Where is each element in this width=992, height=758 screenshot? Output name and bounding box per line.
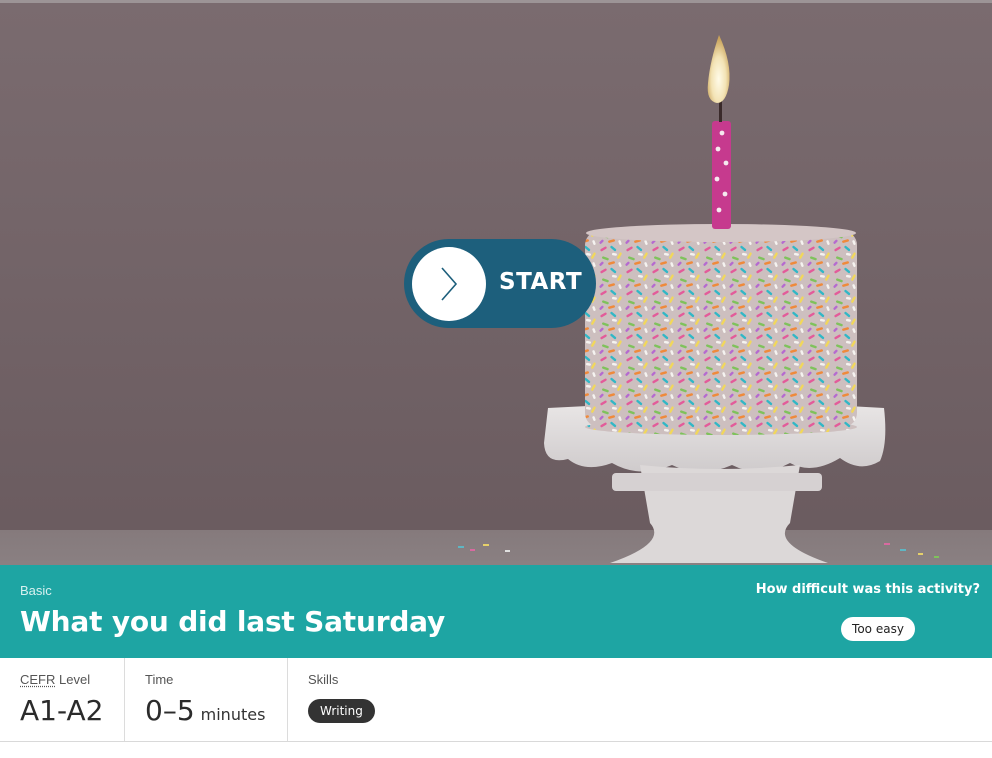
time-range: 0–5	[145, 694, 195, 727]
cefr-level-value: A1-A2	[20, 694, 104, 727]
cefr-abbreviation: CEFR	[20, 672, 56, 687]
time-unit: minutes	[200, 705, 266, 724]
activity-page: START Basic What you did last Saturday H…	[0, 0, 992, 758]
start-label: START	[499, 269, 583, 295]
activity-title: What you did last Saturday	[20, 605, 446, 638]
skills-cell: Skills Writing	[288, 658, 588, 741]
difficulty-rating-button[interactable]: Too easy	[841, 617, 915, 641]
level-label: Basic	[20, 583, 52, 598]
start-circle	[412, 247, 486, 321]
time-label: Time	[145, 672, 174, 687]
cefr-level-label: CEFR Level	[20, 672, 90, 687]
skill-badge-writing: Writing	[308, 699, 375, 723]
activity-banner: Basic What you did last Saturday How dif…	[0, 565, 992, 658]
start-button[interactable]: START	[404, 239, 596, 328]
hero-image: START	[0, 3, 992, 565]
activity-info-row: CEFR Level A1-A2 Time 0–5 minutes Skills …	[0, 658, 992, 742]
skills-label: Skills	[308, 672, 339, 687]
cefr-level-label-rest: Level	[55, 672, 91, 687]
time-value: 0–5 minutes	[145, 694, 265, 727]
time-cell: Time 0–5 minutes	[125, 658, 288, 741]
chevron-right-icon	[441, 267, 458, 301]
difficulty-question: How difficult was this activity?	[755, 582, 980, 597]
cefr-level-cell: CEFR Level A1-A2	[0, 658, 125, 741]
